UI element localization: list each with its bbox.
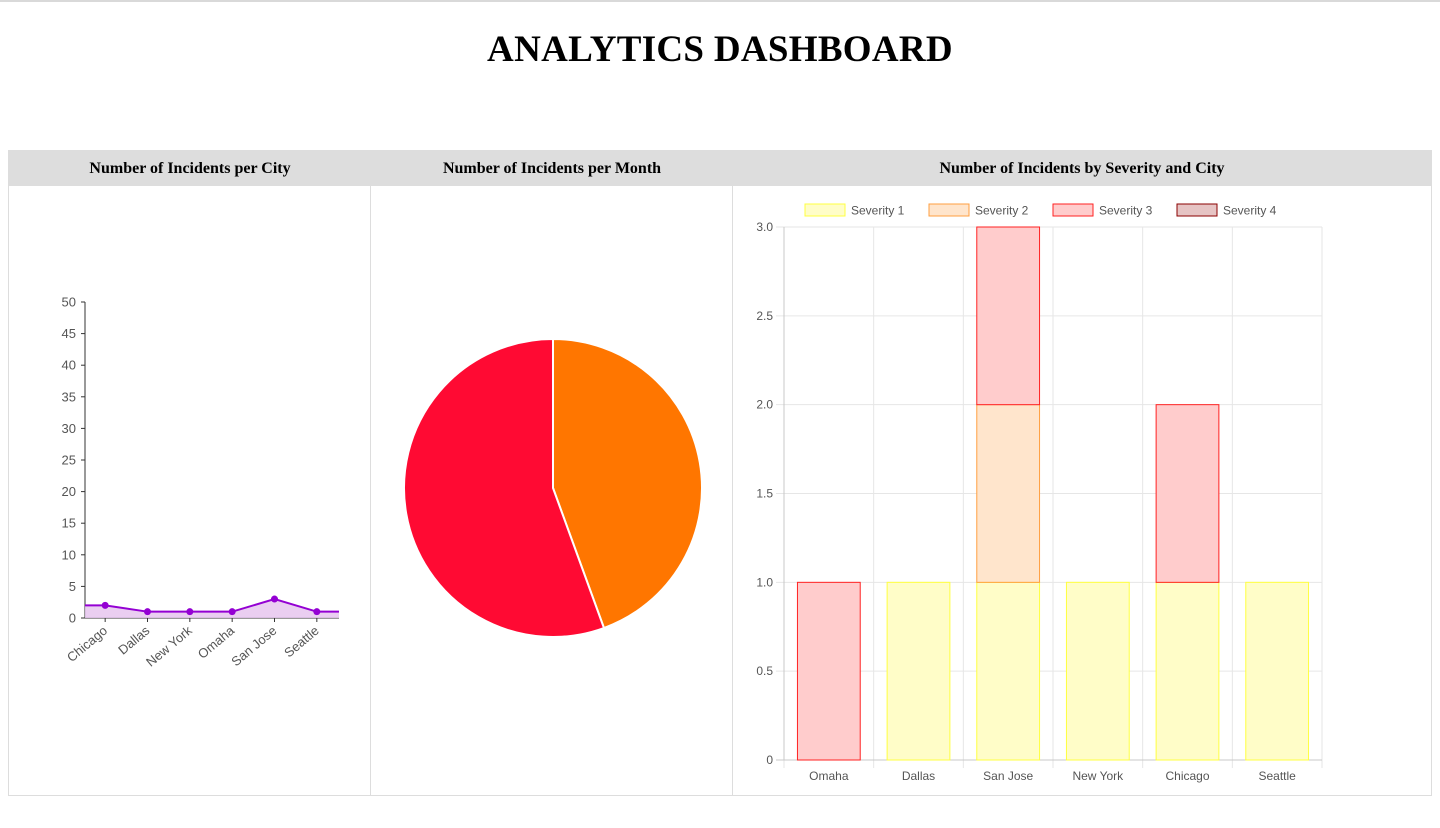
- y-tick-label: 2.5: [756, 309, 773, 323]
- x-tick-label: Seattle: [1258, 769, 1296, 783]
- bar-segment: [1155, 581, 1220, 761]
- x-tick-label: Chicago: [1165, 769, 1209, 783]
- bar-segment: [1245, 581, 1310, 761]
- y-tick-label: 3.0: [756, 220, 773, 234]
- x-tick-label: Dallas: [902, 769, 935, 783]
- legend-swatch: [928, 203, 970, 217]
- legend-label: Severity 2: [975, 204, 1029, 218]
- legend-swatch: [1176, 203, 1218, 217]
- bar-segment: [976, 404, 1041, 583]
- month-pie-cell: [371, 186, 732, 795]
- bar-segment: [796, 581, 861, 761]
- data-point: [228, 608, 236, 616]
- city-line-cell: 0 5 10 15 20 25 30 35 40 45 50 Chicago Dallas New Yor…: [9, 186, 370, 795]
- x-tick-label: Chicago: [64, 623, 110, 665]
- y-tick-label: 0: [766, 753, 773, 767]
- legend-label: Severity 3: [1099, 204, 1153, 218]
- y-tick-label: 1.5: [756, 487, 773, 501]
- y-tick-label: 5: [69, 579, 76, 594]
- legend-label: Severity 1: [851, 204, 905, 218]
- x-tick-label: New York: [1072, 769, 1124, 783]
- data-point: [313, 608, 321, 616]
- bar-segment: [976, 226, 1041, 406]
- y-tick-label: 40: [62, 358, 76, 373]
- y-tick-label: 15: [62, 516, 76, 531]
- month-pie-chart: [403, 337, 703, 638]
- city-line-chart: 0 5 10 15 20 25 30 35 40 45 50 Chicago DallasNew Yor…: [62, 295, 339, 670]
- data-point: [186, 608, 194, 616]
- y-tick-label: 20: [62, 484, 76, 499]
- x-tick-label: New York: [143, 622, 195, 669]
- legend-label: Severity 4: [1223, 204, 1277, 218]
- x-tick-label: Seattle: [281, 623, 322, 661]
- y-tick-label: 35: [62, 389, 76, 404]
- x-tick-label: San Jose: [228, 623, 279, 669]
- month-pie-header: Number of Incidents per Month: [371, 151, 733, 186]
- legend-swatch: [804, 203, 846, 217]
- legend-swatch: [1052, 203, 1094, 217]
- x-tick-label: San Jose: [983, 769, 1033, 783]
- x-tick-label: Omaha: [809, 769, 849, 783]
- y-tick-label: 50: [62, 295, 76, 310]
- data-point: [271, 595, 278, 603]
- top-border: [0, 0, 1440, 2]
- data-point: [144, 608, 151, 616]
- y-tick-label: 0.5: [756, 664, 773, 678]
- y-tick-label: 0: [69, 611, 76, 626]
- page-title: ANALYTICS DASHBOARD: [487, 29, 953, 70]
- y-tick-label: 10: [62, 547, 76, 562]
- charts-table: Number of Incidents per City Number of I…: [8, 150, 1432, 796]
- bar-segment: [1065, 581, 1130, 761]
- bar-segment: [976, 581, 1041, 761]
- city-line-header: Number of Incidents per City: [9, 151, 371, 186]
- severity-bar-chart: 0 0.5 1.0 1.5 2.0 2.5 3.0 Omaha Dallas San Jose Ne…: [756, 203, 1323, 783]
- y-tick-label: 2.0: [756, 398, 773, 412]
- y-tick-label: 45: [62, 326, 76, 341]
- bar-segment: [886, 581, 951, 761]
- y-tick-label: 30: [62, 421, 76, 436]
- y-tick-label: 25: [62, 453, 76, 468]
- data-point: [101, 601, 109, 609]
- y-tick-label: 1.0: [756, 575, 773, 589]
- severity-bar-cell: 0 0.5 1.0 1.5 2.0 2.5 3.0 Omaha Dallas San Jose Ne…: [733, 186, 1431, 795]
- x-tick-label: Dallas: [115, 622, 153, 657]
- bar-segment: [1155, 404, 1220, 583]
- severity-bar-header: Number of Incidents by Severity and City: [733, 151, 1431, 186]
